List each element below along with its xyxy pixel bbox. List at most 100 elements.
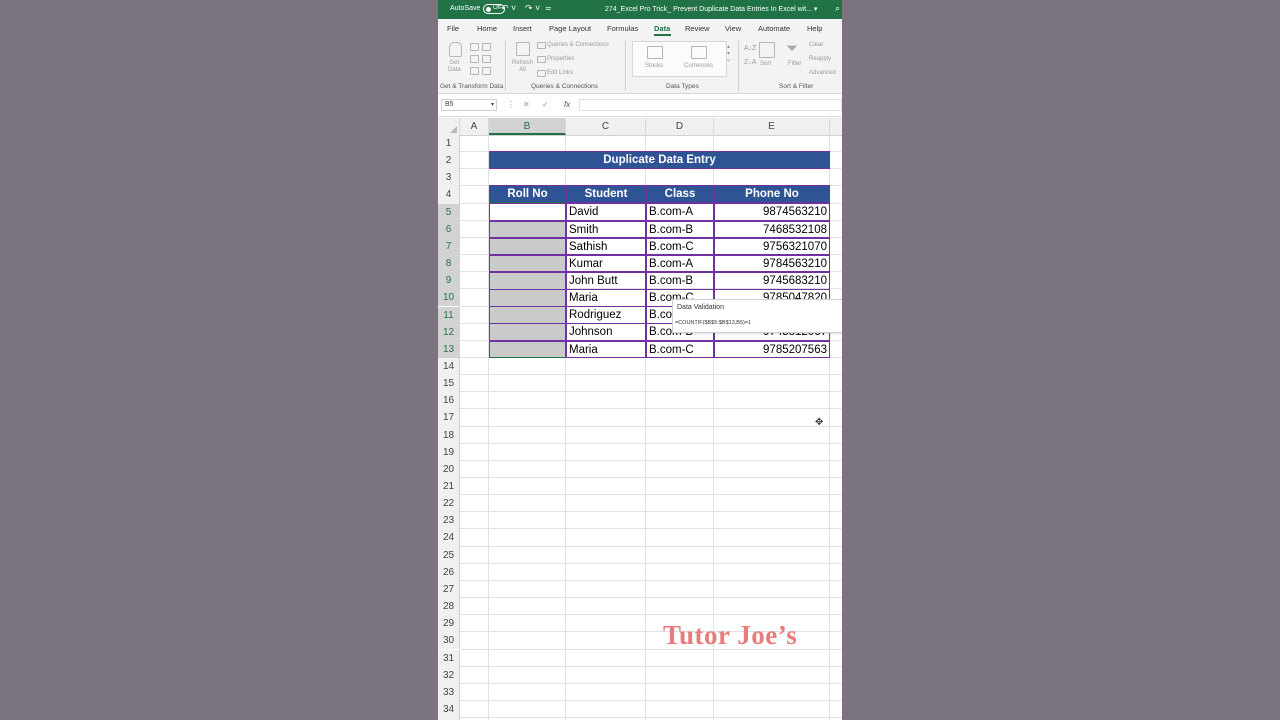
row-header[interactable]: 5: [438, 203, 460, 221]
row-header[interactable]: 34: [438, 700, 460, 719]
cell-student[interactable]: Sathish: [566, 237, 646, 256]
from-text-icon[interactable]: [470, 43, 479, 51]
cell-phone[interactable]: 9745683210: [714, 272, 830, 290]
row-header[interactable]: 32: [438, 666, 460, 684]
cell-phone[interactable]: 9785207563: [714, 340, 830, 359]
worksheet-grid[interactable]: A B C D E 1 2 3 4 5 6 7 8 9 10 11 12 13 14 15 16 17 18 19 2…: [438, 118, 842, 720]
customize-qat-icon[interactable]: ≂: [545, 4, 552, 13]
row-header[interactable]: 22: [438, 495, 460, 513]
row-header[interactable]: 23: [438, 512, 460, 530]
row-header[interactable]: 27: [438, 580, 460, 599]
redo-icon[interactable]: ↷ ˅: [525, 3, 540, 14]
row-header[interactable]: 2: [438, 152, 460, 170]
cell-student[interactable]: David: [566, 203, 646, 222]
row-header[interactable]: 33: [438, 683, 460, 701]
row-header[interactable]: 19: [438, 443, 460, 461]
cell-phone[interactable]: 9874563210: [714, 203, 830, 222]
reapply-button[interactable]: Reapply: [809, 56, 831, 62]
row-header[interactable]: 16: [438, 392, 460, 410]
row-header[interactable]: 28: [438, 598, 460, 616]
formula-input[interactable]: [579, 99, 842, 111]
row-header[interactable]: 30: [438, 632, 460, 650]
cell-class[interactable]: B.com-B: [646, 272, 714, 290]
cell-class[interactable]: B.com-C: [646, 237, 714, 256]
cell-phone[interactable]: 9784563210: [714, 254, 830, 273]
edit-links-button[interactable]: Edit Links: [547, 70, 573, 76]
tab-review[interactable]: Review: [685, 24, 710, 33]
header-roll-no[interactable]: Roll No: [489, 185, 566, 203]
row-header[interactable]: 6: [438, 220, 460, 238]
cell-roll[interactable]: [489, 203, 566, 222]
row-header[interactable]: 17: [438, 409, 460, 427]
row-header[interactable]: 21: [438, 478, 460, 496]
queries-connections-button[interactable]: Queries & Connections: [547, 42, 609, 48]
cell-roll[interactable]: [489, 220, 566, 239]
row-header[interactable]: 18: [438, 426, 460, 444]
from-table-icon[interactable]: [470, 67, 479, 75]
chevron-down-icon[interactable]: ▾: [491, 100, 494, 110]
column-header-b[interactable]: B: [489, 118, 566, 135]
cell-roll[interactable]: [489, 289, 566, 307]
cell-roll[interactable]: [489, 237, 566, 256]
column-header-c[interactable]: C: [566, 118, 646, 135]
row-header[interactable]: 31: [438, 649, 460, 667]
tab-home[interactable]: Home: [477, 24, 497, 33]
row-header[interactable]: 15: [438, 375, 460, 393]
cell-student[interactable]: Maria: [566, 289, 646, 307]
cell-student[interactable]: Rodriguez: [566, 306, 646, 324]
column-header-d[interactable]: D: [646, 118, 714, 135]
cell-student[interactable]: Kumar: [566, 254, 646, 273]
row-header[interactable]: 7: [438, 237, 460, 256]
cell-class[interactable]: B.com-C: [646, 340, 714, 359]
sort-az-icon[interactable]: A↓Z: [744, 45, 756, 52]
tab-automate[interactable]: Automate: [758, 24, 790, 33]
advanced-button[interactable]: Advanced: [809, 70, 836, 76]
search-icon[interactable]: ⌕: [835, 3, 840, 14]
undo-icon[interactable]: ↶ ˅: [501, 3, 516, 14]
row-header[interactable]: 1: [438, 135, 460, 153]
clear-button[interactable]: Clear: [809, 42, 823, 48]
tab-page-layout[interactable]: Page Layout: [549, 24, 591, 33]
get-data-button[interactable]: Get Data: [448, 60, 461, 74]
tab-help[interactable]: Help: [807, 24, 822, 33]
cell-roll[interactable]: [489, 254, 566, 273]
cell-phone[interactable]: 7468532108: [714, 220, 830, 239]
row-header[interactable]: 3: [438, 169, 460, 187]
cell-class[interactable]: B.com-A: [646, 254, 714, 273]
cell-class[interactable]: B.com-B: [646, 220, 714, 239]
sheet-title-cell[interactable]: Duplicate Data Entry: [489, 151, 830, 169]
cell-roll[interactable]: [489, 323, 566, 342]
sort-button[interactable]: Sort: [760, 61, 771, 67]
enter-icon[interactable]: ✓: [542, 100, 549, 109]
recent-sources-icon[interactable]: [482, 43, 491, 51]
insert-function-icon[interactable]: fx: [564, 100, 570, 109]
tab-data[interactable]: Data: [654, 24, 670, 33]
tab-insert[interactable]: Insert: [513, 24, 532, 33]
row-header[interactable]: 20: [438, 460, 460, 478]
row-header[interactable]: 24: [438, 529, 460, 547]
row-header[interactable]: 11: [438, 306, 460, 324]
row-header[interactable]: 13: [438, 340, 460, 358]
cell-roll[interactable]: [489, 306, 566, 324]
cell-student[interactable]: Smith: [566, 220, 646, 239]
currencies-button[interactable]: Currencies: [684, 63, 713, 69]
cell-student[interactable]: John Butt: [566, 272, 646, 290]
refresh-all-button[interactable]: Refresh All: [512, 60, 533, 74]
column-header-a[interactable]: A: [460, 118, 489, 135]
header-phone-no[interactable]: Phone No: [714, 185, 830, 203]
cell-roll[interactable]: [489, 340, 566, 359]
row-header[interactable]: 9: [438, 272, 460, 290]
header-student[interactable]: Student: [566, 185, 646, 203]
name-box[interactable]: B5 ▾: [441, 99, 497, 111]
tab-formulas[interactable]: Formulas: [607, 24, 638, 33]
sort-za-icon[interactable]: Z↓A: [744, 59, 756, 66]
header-class[interactable]: Class: [646, 185, 714, 203]
cell-phone[interactable]: 9756321070: [714, 237, 830, 256]
tab-file[interactable]: File: [447, 24, 459, 33]
row-header[interactable]: 10: [438, 289, 460, 307]
cell-roll[interactable]: [489, 272, 566, 290]
filter-button[interactable]: Filter: [788, 61, 801, 67]
row-header[interactable]: 4: [438, 186, 460, 204]
row-header[interactable]: 26: [438, 563, 460, 581]
row-header[interactable]: 25: [438, 546, 460, 564]
